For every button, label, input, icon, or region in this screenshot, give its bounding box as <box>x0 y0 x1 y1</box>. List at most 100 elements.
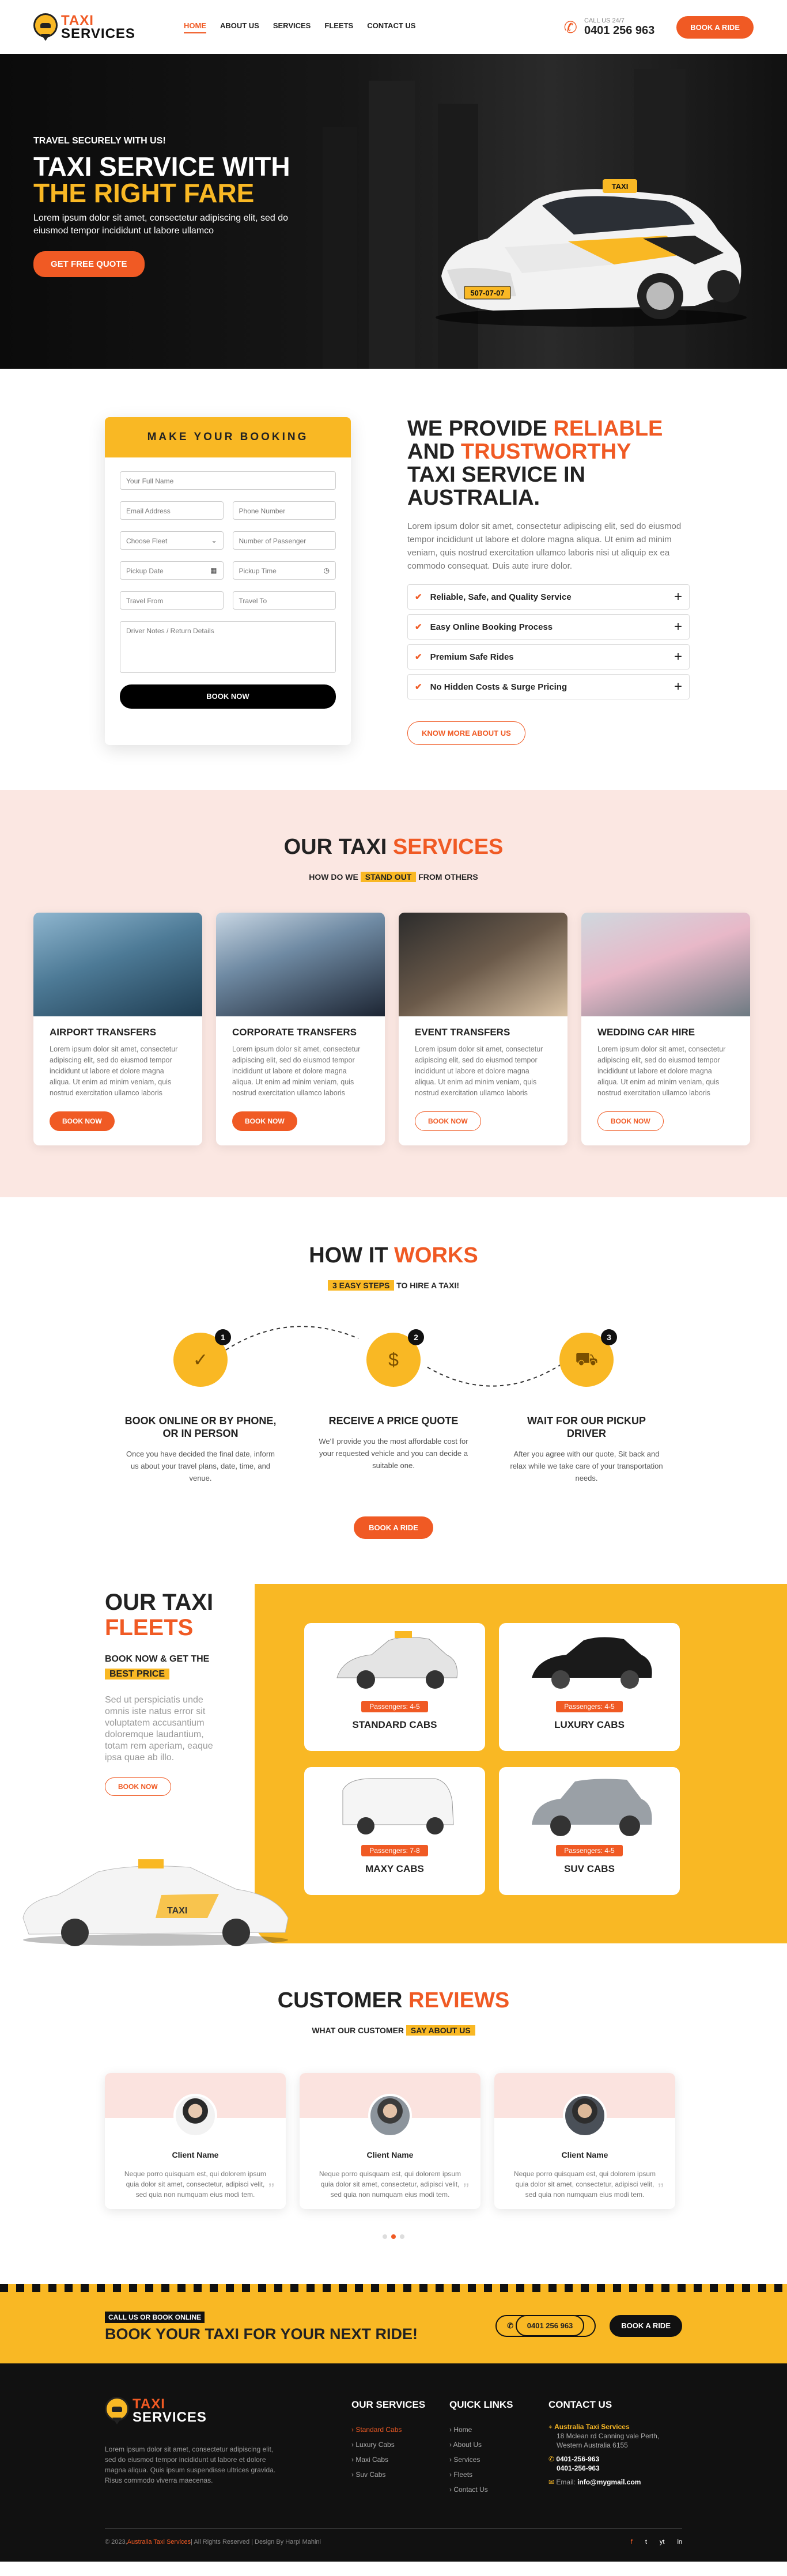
service-book-button[interactable]: BOOK NOW <box>50 1111 115 1131</box>
services-section: OUR TAXI SERVICES HOW DO WE STAND OUT FR… <box>0 790 787 1197</box>
accordion-item[interactable]: ✔ Easy Online Booking Process + <box>407 614 690 640</box>
review-text: Neque porro quisquam est, qui dolorem ip… <box>319 2170 461 2199</box>
car-icon: ⛟ 3 <box>559 1329 617 1387</box>
hero-title-line1: TAXI SERVICE WITH <box>33 152 290 181</box>
email-input[interactable]: Email Address <box>120 501 224 520</box>
brand-bottom: SERVICES <box>61 26 135 41</box>
copyright-company[interactable]: Australia Taxi Services <box>127 2539 191 2545</box>
pickup-time-label: Pickup Time <box>239 567 277 575</box>
book-now-submit[interactable]: BOOK NOW <box>120 684 336 709</box>
nav-home[interactable]: HOME <box>183 21 206 33</box>
nav-contact[interactable]: CONTACT US <box>367 21 415 33</box>
fleet-card[interactable]: Passengers: 4-5 STANDARD CABS <box>304 1623 485 1751</box>
pickup-date-input[interactable]: Pickup Date ▦ <box>120 561 224 580</box>
phone-input[interactable]: Phone Number <box>232 501 336 520</box>
fleets-book-button[interactable]: BOOK NOW <box>105 1777 171 1796</box>
footer-phone-1[interactable]: 0401-256-963 <box>556 2455 599 2463</box>
reviews-section: CUSTOMER REVIEWS WHAT OUR CUSTOMER SAY A… <box>0 1943 787 2274</box>
footer-link-label: Services <box>453 2456 480 2464</box>
passenger-badge: Passengers: 7-8 <box>361 1845 428 1856</box>
service-book-button[interactable]: BOOK NOW <box>232 1111 297 1131</box>
call-box[interactable]: ✆ CALL US 24/7 0401 256 963 <box>563 17 654 37</box>
check-icon: ✔ <box>415 652 422 662</box>
cta-phone-button[interactable]: ✆ 0401 256 963 <box>495 2315 596 2337</box>
header-book-button[interactable]: BOOK A RIDE <box>676 16 754 39</box>
fleet-taxi-decal: TAXI <box>167 1906 187 1916</box>
driver-notes-textarea[interactable]: Driver Notes / Return Details <box>120 621 336 673</box>
fleet-card[interactable]: Passengers: 4-5 SUV CABS <box>499 1767 680 1895</box>
full-name-input[interactable]: Your Full Name <box>120 471 336 490</box>
footer-service-link[interactable]: › Maxi Cabs <box>351 2452 425 2467</box>
service-card: AIRPORT TRANSFERS Lorem ipsum dolor sit … <box>33 913 202 1145</box>
fleet-select[interactable]: Choose Fleet ⌄ <box>120 531 224 550</box>
travel-to-input[interactable]: Travel To <box>232 591 336 610</box>
passenger-input[interactable]: Number of Passenger <box>232 531 336 550</box>
footer-quick-link[interactable]: › Contact Us <box>449 2482 513 2497</box>
footer-address: 18 Mclean rd Canning vale Perth, Western… <box>557 2432 660 2449</box>
accordion-item[interactable]: ✔ Reliable, Safe, and Quality Service + <box>407 584 690 610</box>
twitter-icon[interactable]: t <box>645 2539 647 2545</box>
linkedin-icon[interactable]: in <box>677 2539 682 2545</box>
fleet-card[interactable]: Passengers: 7-8 MAXY CABS <box>304 1767 485 1895</box>
clock-icon: ◷ <box>323 566 330 574</box>
step-title: BOOK ONLINE OR BY PHONE, OR IN PERSON <box>124 1415 277 1439</box>
chevron-down-icon: ⌄ <box>211 536 217 544</box>
quote-icon: ” <box>463 2180 469 2199</box>
footer-phone-2[interactable]: 0401-256-963 <box>557 2464 600 2472</box>
avatar <box>173 2094 217 2138</box>
fleet-card-title: LUXURY CABS <box>554 1719 625 1730</box>
about-heading-a: WE PROVIDE <box>407 417 554 441</box>
airport-transfer-image <box>33 913 202 1016</box>
services-subtitle-c: FROM OTHERS <box>416 872 478 882</box>
service-book-button[interactable]: BOOK NOW <box>597 1111 664 1131</box>
footer-logo[interactable]: TAXI SERVICES <box>105 2397 278 2424</box>
footer-link-label: Maxi Cabs <box>355 2456 389 2464</box>
service-card: EVENT TRANSFERS Lorem ipsum dolor sit am… <box>399 913 567 1145</box>
nav-fleets[interactable]: FLEETS <box>324 21 353 33</box>
corporate-transfer-image <box>216 913 385 1016</box>
main-nav: HOME ABOUT US SERVICES FLEETS CONTACT US <box>183 21 415 33</box>
get-quote-button[interactable]: GET FREE QUOTE <box>33 251 145 277</box>
fleet-card-title: MAXY CABS <box>365 1863 424 1874</box>
reviews-subtitle: WHAT OUR CUSTOMER SAY ABOUT US <box>0 2025 787 2036</box>
logo[interactable]: TAXI SERVICES <box>33 13 135 41</box>
fleets-subtitle-a: BOOK NOW & GET THE <box>105 1654 210 1664</box>
client-name: Client Name <box>172 2150 219 2159</box>
hero-title-line2: THE RIGHT FARE <box>33 178 255 208</box>
footer-email[interactable]: info@mygmail.com <box>577 2478 641 2486</box>
accordion-item[interactable]: ✔ Premium Safe Rides + <box>407 644 690 669</box>
luxury-cab-image <box>532 1637 652 1689</box>
nav-services[interactable]: SERVICES <box>273 21 311 33</box>
footer-service-link[interactable]: › Luxury Cabs <box>351 2437 425 2452</box>
service-card-text: Lorem ipsum dolor sit amet, consectetur … <box>232 1045 361 1097</box>
service-book-button[interactable]: BOOK NOW <box>415 1111 481 1131</box>
footer-quick-link[interactable]: › Services <box>449 2452 513 2467</box>
facebook-icon[interactable]: f <box>631 2539 633 2545</box>
about-heading-b: RELIABLE <box>553 417 663 441</box>
footer-quick-link[interactable]: › About Us <box>449 2437 513 2452</box>
footer-quick-link[interactable]: › Home <box>449 2422 513 2437</box>
carousel-dot-active[interactable] <box>391 2234 396 2239</box>
pickup-time-input[interactable]: Pickup Time ◷ <box>232 561 336 580</box>
footer-service-link[interactable]: › Suv Cabs <box>351 2467 425 2482</box>
cta-book-button[interactable]: BOOK A RIDE <box>610 2315 682 2337</box>
fleet-card[interactable]: Passengers: 4-5 LUXURY CABS <box>499 1623 680 1751</box>
reviews-subtitle-highlight: SAY ABOUT US <box>406 2025 475 2036</box>
youtube-icon[interactable]: yt <box>660 2539 665 2545</box>
know-more-button[interactable]: KNOW MORE ABOUT US <box>407 721 525 745</box>
footer-service-link[interactable]: › Standard Cabs <box>351 2422 425 2437</box>
accordion-item[interactable]: ✔ No Hidden Costs & Surge Pricing + <box>407 674 690 699</box>
carousel-dot[interactable] <box>383 2234 387 2239</box>
header-phone[interactable]: 0401 256 963 <box>584 24 654 37</box>
services-subtitle-a: HOW DO WE <box>309 872 361 882</box>
how-book-button[interactable]: BOOK A RIDE <box>354 1516 433 1539</box>
step-number: 1 <box>215 1329 231 1345</box>
footer-quick-link[interactable]: › Fleets <box>449 2467 513 2482</box>
footer-brand-bottom: SERVICES <box>133 2409 207 2425</box>
nav-about[interactable]: ABOUT US <box>220 21 259 33</box>
how-it-works: HOW IT WORKS 3 EASY STEPS TO HIRE A TAXI… <box>0 1197 787 1584</box>
booking-form: MAKE YOUR BOOKING Your Full Name Email A… <box>105 417 351 745</box>
travel-from-input[interactable]: Travel From <box>120 591 224 610</box>
carousel-dot[interactable] <box>400 2234 404 2239</box>
footer-link-label: Luxury Cabs <box>355 2441 395 2449</box>
